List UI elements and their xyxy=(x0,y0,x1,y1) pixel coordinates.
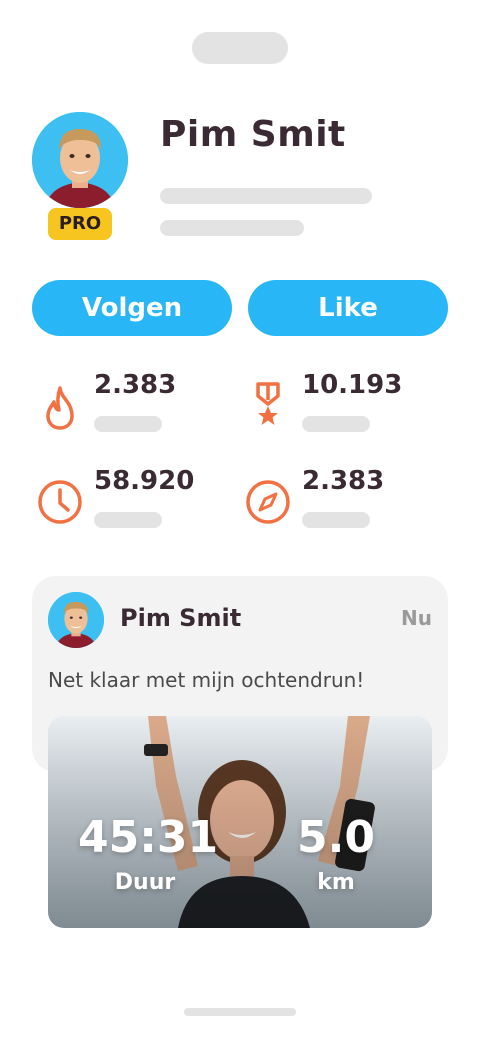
stat-value: 2.383 xyxy=(94,370,177,400)
post-text: Net klaar met mijn ochtendrun! xyxy=(48,668,365,692)
profile-name: Pim Smit xyxy=(160,114,346,155)
follow-button[interactable]: Volgen xyxy=(32,280,232,336)
stat-label-placeholder xyxy=(302,512,370,528)
status-notch xyxy=(192,32,288,64)
clock-icon xyxy=(36,478,84,526)
distance-label: km xyxy=(317,870,355,895)
post-author-name: Pim Smit xyxy=(120,604,242,632)
flame-icon xyxy=(36,384,84,432)
profile-subtitle-placeholder-2 xyxy=(160,220,304,236)
stat-label-placeholder xyxy=(94,512,162,528)
duration-value: 45:31 xyxy=(78,812,219,863)
stat-value: 2.383 xyxy=(302,466,385,496)
medal-icon xyxy=(244,380,292,428)
profile-subtitle-placeholder xyxy=(160,188,372,204)
like-button[interactable]: Like xyxy=(248,280,448,336)
profile-avatar[interactable] xyxy=(32,112,128,208)
stat-value: 58.920 xyxy=(94,466,195,496)
stat-label-placeholder xyxy=(302,416,370,432)
distance-value: 5.0 xyxy=(297,812,375,863)
duration-label: Duur xyxy=(114,870,176,895)
pro-badge: PRO xyxy=(48,208,112,240)
post-author-avatar[interactable] xyxy=(48,592,104,648)
stat-label-placeholder xyxy=(94,416,162,432)
home-indicator[interactable] xyxy=(184,1008,296,1016)
post-timestamp: Nu xyxy=(401,606,432,630)
stat-value: 10.193 xyxy=(302,370,403,400)
compass-icon xyxy=(244,478,292,526)
